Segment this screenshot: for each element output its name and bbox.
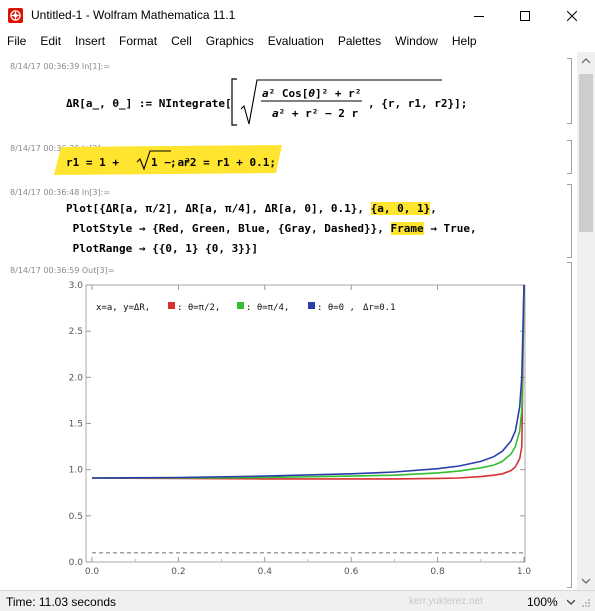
- x-tick-label: 0.0: [85, 567, 100, 577]
- menu-window[interactable]: Window: [388, 31, 445, 51]
- scrollbar-thumb[interactable]: [579, 74, 593, 232]
- legend-entry-red: : θ=π/2,: [177, 303, 220, 313]
- menu-file[interactable]: File: [0, 31, 33, 51]
- y-tick-label: 1.5: [69, 420, 83, 430]
- legend-entry-blue: : θ=0 ,: [317, 303, 355, 313]
- x-tick-label: 0.4: [258, 567, 273, 577]
- x-tick-label: 0.2: [171, 567, 185, 577]
- cell-bracket-in1[interactable]: [567, 58, 572, 124]
- highlight-plot-range-var: {a, 0, 1}: [370, 202, 431, 215]
- y-tick-label: 2.5: [69, 327, 83, 337]
- cell-label-in3: 8/14/17 00:36:48 In[3]:=: [10, 188, 111, 197]
- vertical-scrollbar[interactable]: [577, 52, 595, 590]
- legend-swatch-blue: [308, 302, 315, 309]
- legend-swatch-green: [237, 302, 244, 309]
- mathematica-spikey-icon: [8, 8, 23, 23]
- window-title: Untitled-1 - Wolfram Mathematica 11.1: [31, 8, 236, 22]
- notebook-area[interactable]: 8/14/17 00:36:39 In[1]:= ΔR[a_, θ_] := N…: [0, 52, 577, 590]
- y-tick-label: 0.0: [69, 558, 84, 568]
- x-tick-label: 1.0: [517, 567, 532, 577]
- series-line-0: [91, 284, 525, 480]
- code-in3-line3: PlotRange → {{0, 1} {0, 3}}]: [66, 242, 259, 255]
- zoom-dropdown-icon[interactable]: [567, 599, 575, 605]
- menu-format[interactable]: Format: [112, 31, 164, 51]
- series-line-1: [92, 284, 525, 479]
- menu-palettes[interactable]: Palettes: [331, 31, 388, 51]
- cell-label-out3: 8/14/17 00:36:59 Out[3]=: [10, 266, 115, 275]
- menu-evaluation[interactable]: Evaluation: [261, 31, 331, 51]
- resize-grip-icon[interactable]: [581, 598, 591, 608]
- code-in3-line2: PlotStyle → {Red, Green, Blue, {Gray, Da…: [66, 222, 477, 235]
- title-bar: Untitled-1 - Wolfram Mathematica 11.1: [0, 0, 595, 31]
- minimize-button[interactable]: [456, 0, 502, 31]
- y-tick-label: 2.0: [69, 373, 84, 383]
- zoom-level[interactable]: 100%: [527, 595, 558, 609]
- output-plot[interactable]: 0.0 0.2 0.4 0.6 0.8 1.00.00.51.01.52.02.53.0 …: [0, 278, 545, 580]
- maximize-button[interactable]: [502, 0, 548, 31]
- close-icon: [567, 10, 577, 21]
- menu-help[interactable]: Help: [445, 31, 484, 51]
- code-in2-pre: r1 = 1 +: [66, 156, 126, 169]
- cell-label-in1: 8/14/17 00:36:39 In[1]:=: [10, 62, 111, 71]
- y-tick-label: 3.0: [69, 281, 84, 291]
- code-in3-line1: Plot[{ΔR[a, π/2], ΔR[a, π/4], ΔR[a, 0], …: [66, 202, 437, 215]
- menu-edit[interactable]: Edit: [33, 31, 68, 51]
- menu-cell[interactable]: Cell: [164, 31, 199, 51]
- cell-bracket-in2[interactable]: [567, 140, 572, 174]
- menu-bar: File Edit Insert Format Cell Graphics Ev…: [0, 31, 595, 51]
- legend-suffix: Δr=0.1: [363, 303, 396, 313]
- menu-insert[interactable]: Insert: [68, 31, 112, 51]
- cell-bracket-in3[interactable]: [567, 184, 572, 258]
- plot-frame: [85, 284, 526, 563]
- legend-prefix: x=a, y=ΔR,: [96, 303, 150, 313]
- watermark-text: kerr.yukterez.net: [409, 596, 483, 607]
- maximize-icon: [520, 10, 530, 21]
- code-in1-tail: , {r, r1, r2}];: [368, 97, 468, 110]
- cell-bracket-out3[interactable]: [567, 262, 572, 588]
- scroll-down-icon[interactable]: [582, 578, 590, 584]
- legend-swatch-red: [168, 302, 175, 309]
- legend-entry-green: : θ=π/4,: [246, 303, 289, 313]
- highlight-frame: Frame: [390, 222, 424, 235]
- code-in1-lhs: ΔR[a_, θ_] := NIntegrate[: [66, 97, 232, 110]
- x-tick-label: 0.6: [344, 567, 359, 577]
- minimize-icon: [474, 15, 484, 17]
- y-tick-label: 1.0: [69, 466, 84, 476]
- fraction-numerator: a² Cos[θ]² + r²: [262, 87, 362, 100]
- fraction-denominator: a² + r² − 2 r: [272, 107, 359, 120]
- menu-graphics[interactable]: Graphics: [199, 31, 261, 51]
- series-line-2: [91, 284, 525, 479]
- y-tick-label: 0.5: [69, 512, 83, 522]
- status-bar: Time: 11.03 seconds kerr.yukterez.net 10…: [0, 590, 595, 611]
- code-in2-post: ; r2 = r1 + 0.1;: [170, 156, 276, 169]
- scroll-up-icon[interactable]: [582, 58, 590, 64]
- status-timing: Time: 11.03 seconds: [6, 595, 117, 609]
- x-tick-label: 0.8: [430, 567, 445, 577]
- close-button[interactable]: [549, 0, 595, 31]
